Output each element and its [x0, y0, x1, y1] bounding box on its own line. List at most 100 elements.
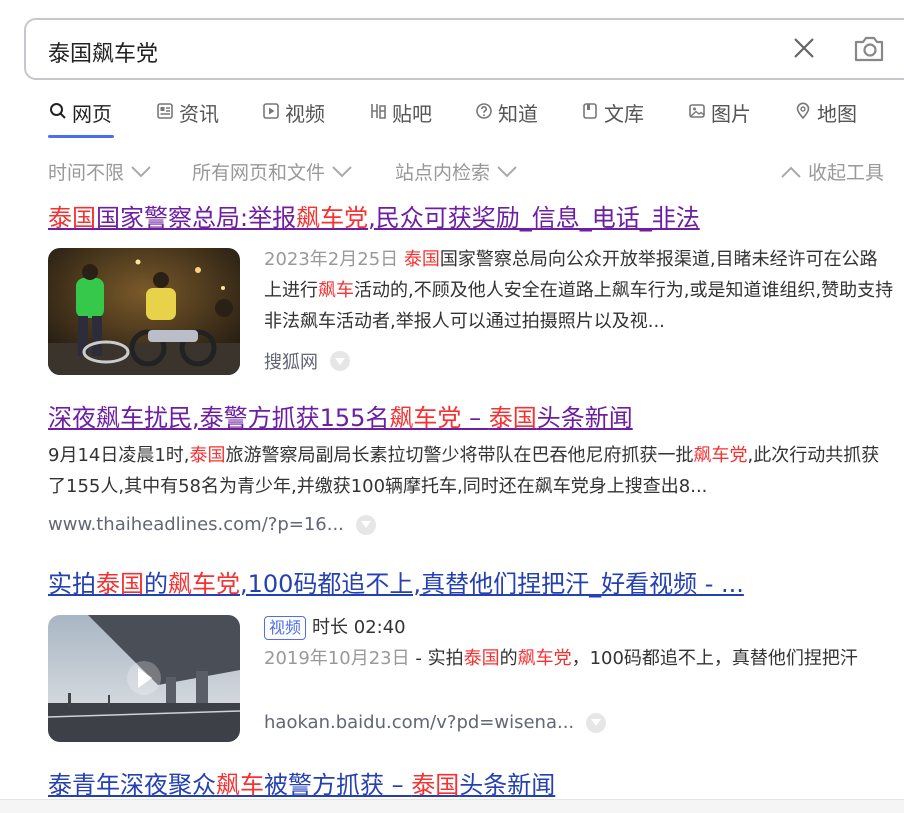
- tab-tieba[interactable]: 贴吧: [368, 98, 432, 138]
- clear-icon[interactable]: [792, 36, 816, 60]
- chevron-down-icon[interactable]: [586, 712, 607, 733]
- search-tabs: 网页 资讯 视频 贴吧 知道 文库 图片 地图: [48, 98, 904, 138]
- tab-label: 视频: [285, 102, 325, 126]
- tab-label: 地图: [817, 102, 857, 126]
- title-highlight: 飙车党: [168, 570, 240, 598]
- title-highlight: 飙车: [216, 771, 264, 799]
- search-icon: [48, 98, 68, 124]
- result-source: www.thaiheadlines.com/?p=16...: [48, 514, 376, 535]
- title-text: 深夜飙车扰民,泰警方抓获155名: [48, 404, 390, 432]
- filetype-filter-label: 所有网页和文件: [192, 162, 326, 184]
- time-filter-label: 时间不限: [48, 162, 125, 184]
- snippet-text: 旅游警察局副局长素拉切警少将带队在巴吞他尼府抓获一批: [225, 445, 694, 466]
- tab-images[interactable]: 图片: [687, 98, 751, 138]
- title-text: –: [461, 404, 489, 432]
- result-snippet: 9月14日凌晨1时,泰国旅游警察局副局长素拉切警少将带队在巴吞他尼府抓获一批飙车…: [48, 440, 893, 502]
- title-text: 实拍: [48, 570, 96, 598]
- search-result: 深夜飙车扰民,泰警方抓获155名飙车党 – 泰国头条新闻: [48, 402, 904, 434]
- video-badge: 视频: [264, 616, 307, 640]
- time-filter[interactable]: 时间不限: [48, 158, 152, 185]
- search-tools: 时间不限 所有网页和文件 站点内检索 收起工具: [48, 158, 904, 188]
- snippet-highlight: 泰国: [403, 249, 440, 270]
- title-highlight: 泰国: [48, 204, 96, 232]
- result-thumbnail[interactable]: [48, 248, 240, 375]
- tab-label: 网页: [72, 102, 112, 126]
- document-icon: [580, 98, 600, 124]
- title-text: 泰青年深夜聚众: [48, 771, 216, 799]
- result-source: haokan.baidu.com/v?pd=wisena...: [264, 712, 607, 733]
- title-highlight: 泰国: [411, 771, 460, 799]
- snippet-text: - 实拍: [409, 648, 464, 669]
- tab-news[interactable]: 资讯: [155, 98, 219, 138]
- result-title-link[interactable]: 实拍泰国的飙车党,100码都追不上,真替他们捏把汗_好看视频 - ...: [48, 568, 904, 600]
- tab-label: 资讯: [179, 102, 219, 126]
- result-source: 搜狐网: [264, 348, 350, 374]
- map-pin-icon: [793, 98, 813, 124]
- snippet-highlight: 飙车党: [517, 648, 572, 669]
- tab-label: 文库: [604, 102, 644, 126]
- collapse-tools-button[interactable]: 收起工具: [780, 158, 884, 185]
- result-snippet: 2023年2月25日 泰国国家警察总局向公众开放举报渠道,目睹未经许可在公路上进…: [264, 244, 894, 337]
- source-name[interactable]: 搜狐网: [264, 348, 318, 374]
- tieba-icon: [368, 98, 388, 124]
- chevron-down-icon[interactable]: [355, 514, 376, 535]
- source-url[interactable]: www.thaiheadlines.com/?p=16...: [48, 514, 344, 535]
- result-date: 2023年2月25日: [264, 249, 399, 270]
- video-thumbnail[interactable]: [48, 615, 240, 742]
- result-title-link[interactable]: 泰国国家警察总局:举报飙车党,民众可获奖励_信息_电话_非法: [48, 202, 904, 234]
- result-snippet: 2019年10月23日 - 实拍泰国的飙车党，100码都追不上，真替他们捏把汗: [264, 643, 884, 674]
- tab-label: 贴吧: [392, 102, 432, 126]
- title-text: 头条新闻: [459, 771, 556, 799]
- title-highlight: 泰国: [488, 404, 537, 432]
- title-text: ,民众可获奖励_信息_电话_非法: [368, 204, 700, 232]
- snippet-highlight: 飙车: [318, 280, 354, 301]
- chevron-up-icon: [781, 166, 801, 178]
- search-result: 泰国国家警察总局:举报飙车党,民众可获奖励_信息_电话_非法: [48, 202, 904, 234]
- snippet-text: ，100码都追不上，真替他们捏把汗: [571, 648, 858, 669]
- tab-map[interactable]: 地图: [793, 98, 857, 138]
- filetype-filter[interactable]: 所有网页和文件: [192, 158, 353, 185]
- tab-wenku[interactable]: 文库: [580, 98, 644, 138]
- tab-video[interactable]: 视频: [261, 98, 325, 138]
- result-title-link[interactable]: 泰青年深夜聚众飙车被警方抓获 – 泰国头条新闻: [48, 769, 904, 801]
- chevron-down-icon: [332, 165, 352, 177]
- collapse-tools-label: 收起工具: [808, 162, 885, 184]
- snippet-highlight: 泰国: [463, 648, 500, 669]
- bottom-bar: [0, 799, 904, 813]
- title-text: ,100码都追不上,真替他们捏把汗_好看视频 - ...: [240, 570, 744, 598]
- chevron-down-icon[interactable]: [330, 351, 350, 371]
- search-box[interactable]: 泰国飙车党: [24, 18, 904, 80]
- tab-label: 图片: [711, 102, 751, 126]
- title-text: 的: [144, 570, 168, 598]
- active-tab-indicator: [48, 135, 114, 138]
- camera-icon[interactable]: [852, 34, 886, 64]
- search-result: 实拍泰国的飙车党,100码都追不上,真替他们捏把汗_好看视频 - ...: [48, 568, 904, 600]
- title-highlight: 飙车党: [389, 404, 462, 432]
- result-title-link[interactable]: 深夜飙车扰民,泰警方抓获155名飙车党 – 泰国头条新闻: [48, 402, 904, 434]
- snippet-highlight: 泰国: [189, 445, 226, 466]
- title-text: 国家警察总局:举报: [96, 204, 297, 232]
- image-icon: [687, 98, 707, 124]
- chevron-down-icon: [131, 165, 151, 177]
- site-filter[interactable]: 站点内检索: [395, 158, 518, 185]
- video-icon: [261, 98, 281, 124]
- tab-web[interactable]: 网页: [48, 98, 112, 138]
- site-filter-label: 站点内检索: [395, 162, 491, 184]
- snippet-text: 的: [499, 648, 518, 669]
- video-duration: 时长 02:40: [312, 617, 406, 638]
- title-highlight: 飙车党: [296, 204, 369, 232]
- title-text: 头条新闻: [536, 404, 633, 432]
- snippet-text: 9月14日凌晨1时,: [48, 445, 190, 466]
- news-icon: [155, 98, 175, 124]
- source-url[interactable]: haokan.baidu.com/v?pd=wisena...: [264, 712, 574, 733]
- title-text: 被警方抓获 –: [264, 771, 412, 799]
- title-highlight: 泰国: [96, 570, 144, 598]
- search-input[interactable]: 泰国飙车党: [48, 36, 158, 68]
- snippet-highlight: 飙车党: [693, 445, 748, 466]
- chevron-down-icon: [497, 165, 517, 177]
- result-date: 2019年10月23日: [264, 648, 410, 669]
- search-result: 泰青年深夜聚众飙车被警方抓获 – 泰国头条新闻: [48, 769, 904, 801]
- tab-label: 知道: [498, 102, 538, 126]
- tab-zhidao[interactable]: 知道: [474, 98, 538, 138]
- video-meta: 视频 时长 02:40: [264, 612, 894, 643]
